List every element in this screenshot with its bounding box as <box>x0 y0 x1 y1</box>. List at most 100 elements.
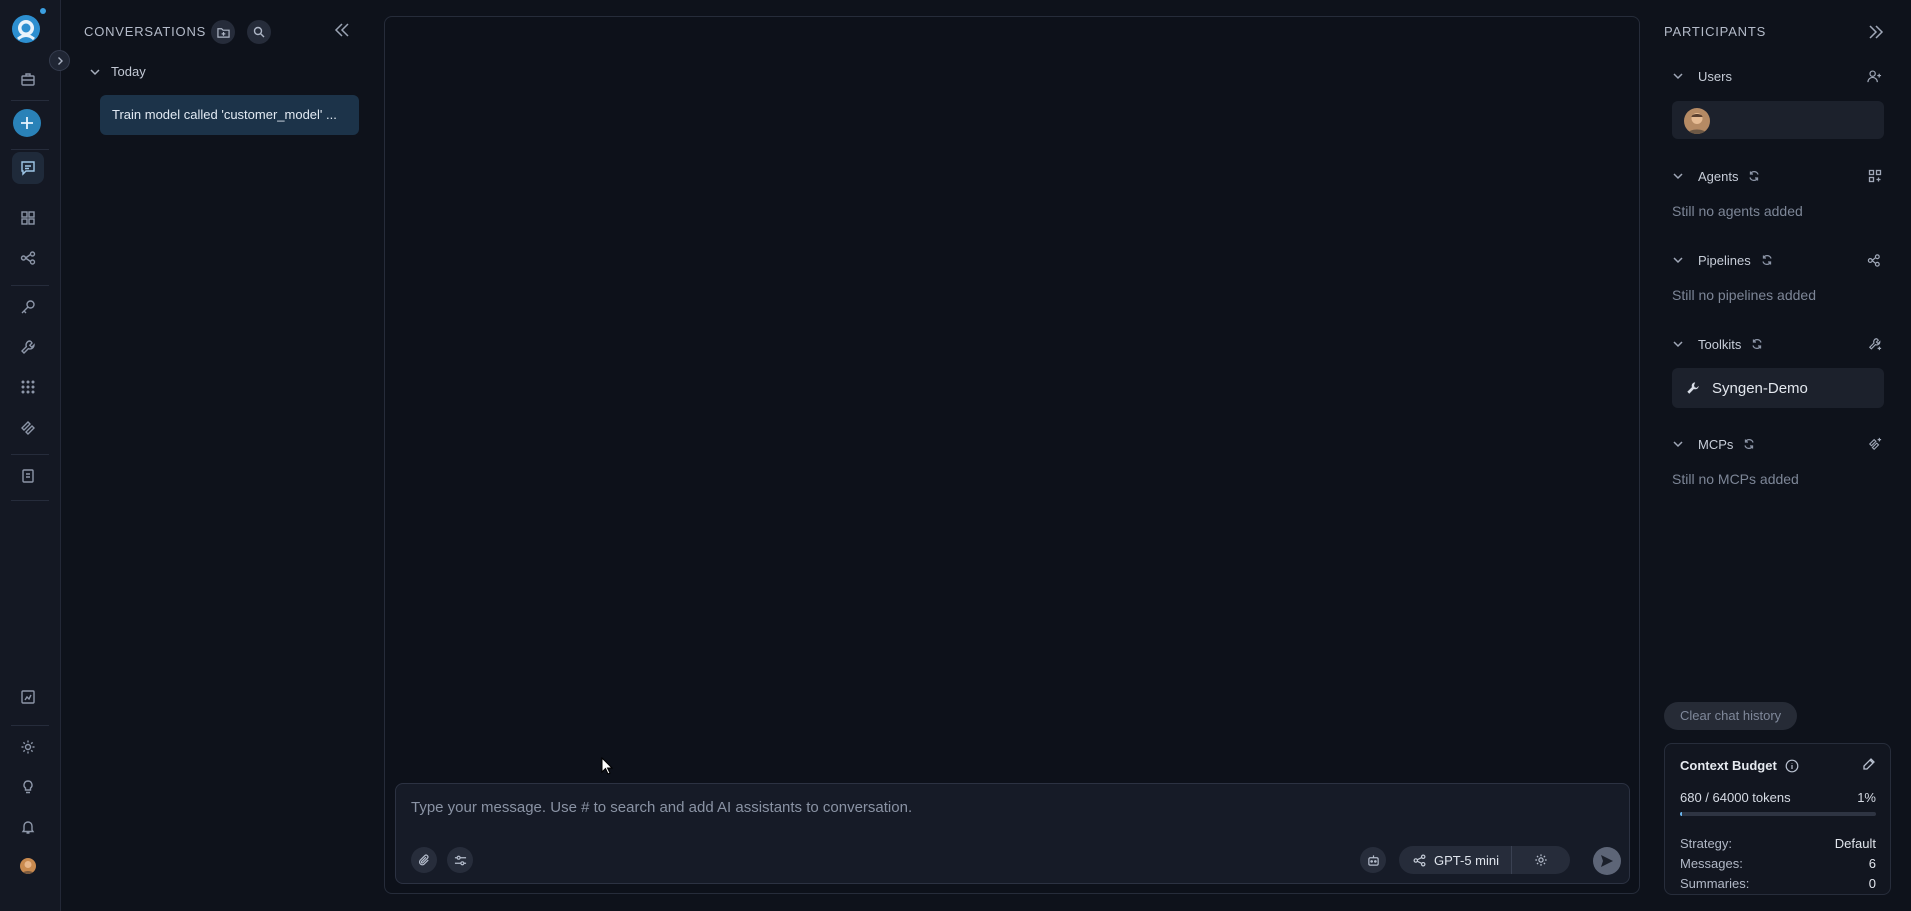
add-mcp-icon[interactable] <box>1868 437 1882 451</box>
toolkit-name: Syngen-Demo <box>1712 379 1808 397</box>
refresh-icon[interactable] <box>1751 338 1763 350</box>
budget-progress-fill <box>1680 812 1683 816</box>
pipelines-empty-text: Still no pipelines added <box>1672 287 1816 303</box>
user-avatar[interactable] <box>20 858 36 874</box>
section-label: Users <box>1698 68 1732 84</box>
avatar <box>1684 108 1710 134</box>
new-conversation-button[interactable] <box>13 109 41 137</box>
rail-divider <box>11 100 49 101</box>
briefcase-icon[interactable] <box>12 63 44 95</box>
section-toolkits[interactable]: Toolkits <box>1672 335 1882 353</box>
model-settings-icon[interactable] <box>1512 853 1570 867</box>
search-icon[interactable] <box>247 20 271 44</box>
app-logo[interactable] <box>11 14 41 44</box>
mcp-icon[interactable] <box>12 411 44 443</box>
budget-title-row: Context Budget <box>1680 758 1799 773</box>
rail-divider <box>11 285 49 286</box>
apps-icon[interactable] <box>12 371 44 403</box>
conversations-title: CONVERSATIONS <box>84 24 207 39</box>
clear-chat-history-button[interactable]: Clear chat history <box>1664 702 1798 730</box>
wrench-icon[interactable] <box>12 331 44 363</box>
model-selector[interactable]: GPT-5 mini <box>1399 846 1570 874</box>
settings-icon[interactable] <box>12 731 44 763</box>
rail-divider <box>11 454 49 455</box>
section-agents[interactable]: Agents <box>1672 167 1882 185</box>
group-label: Today <box>111 64 146 79</box>
new-folder-icon[interactable] <box>211 20 235 44</box>
conversations-panel: CONVERSATIONS Today Train model called '… <box>61 0 370 911</box>
strategy-row: Strategy: Default <box>1680 836 1876 851</box>
expand-sidebar-button[interactable] <box>49 50 70 71</box>
key-icon[interactable] <box>12 291 44 323</box>
collapse-panel-icon[interactable] <box>334 22 350 38</box>
rail-divider <box>11 725 49 726</box>
status-dot <box>40 8 46 14</box>
rail-divider <box>11 149 49 150</box>
summaries-value: 0 <box>1868 876 1876 891</box>
participants-title: PARTICIPANTS <box>1664 24 1767 39</box>
lightbulb-icon[interactable] <box>12 771 44 803</box>
chat-icon[interactable] <box>12 152 44 184</box>
add-toolkit-icon[interactable] <box>1868 337 1882 351</box>
refresh-icon[interactable] <box>1761 254 1773 266</box>
budget-title: Context Budget <box>1680 758 1777 773</box>
summaries-label: Summaries: <box>1680 876 1750 891</box>
section-mcps[interactable]: MCPs <box>1672 435 1882 453</box>
bell-icon[interactable] <box>12 811 44 843</box>
info-icon[interactable] <box>1785 759 1799 773</box>
refresh-icon[interactable] <box>1748 170 1760 182</box>
model-name: GPT-5 mini <box>1434 852 1500 868</box>
conversation-group-today[interactable]: Today <box>89 64 146 79</box>
context-budget-card: Context Budget 680 / 64000 tokens 1% Str… <box>1664 743 1891 895</box>
refresh-icon[interactable] <box>1743 438 1755 450</box>
agents-empty-text: Still no agents added <box>1672 203 1803 219</box>
mcps-empty-text: Still no MCPs added <box>1672 471 1799 487</box>
chevron-down-icon <box>1672 254 1684 266</box>
left-rail <box>0 0 61 911</box>
message-composer: GPT-5 mini <box>395 783 1630 884</box>
strategy-value: Default <box>1834 836 1876 851</box>
chat-area: GPT-5 mini <box>384 16 1640 894</box>
mouse-cursor <box>601 757 613 775</box>
section-users[interactable]: Users <box>1672 67 1882 85</box>
chevron-down-icon <box>1672 338 1684 350</box>
section-label: MCPs <box>1698 436 1734 452</box>
budget-tokens: 680 / 64000 tokens <box>1680 790 1791 805</box>
section-pipelines[interactable]: Pipelines <box>1672 251 1882 269</box>
send-button[interactable] <box>1593 847 1621 875</box>
conversation-item[interactable]: Train model called 'customer_model' ... <box>100 95 359 135</box>
chevron-down-icon <box>89 66 101 78</box>
add-agent-icon[interactable] <box>1868 169 1882 183</box>
participants-panel: PARTICIPANTS Users Agents Still no agent… <box>1654 0 1911 911</box>
toolkit-item[interactable]: Syngen-Demo <box>1672 368 1884 408</box>
pipeline-icon[interactable] <box>12 242 44 274</box>
chevron-down-icon <box>1672 438 1684 450</box>
user-card[interactable] <box>1672 101 1884 139</box>
sliders-icon[interactable] <box>447 847 473 873</box>
budget-percent: 1% <box>1857 790 1876 805</box>
rail-divider <box>11 500 49 501</box>
share-icon <box>1413 854 1426 867</box>
chevron-down-icon <box>1672 170 1684 182</box>
section-label: Pipelines <box>1698 252 1751 268</box>
budget-progress-bar <box>1680 812 1876 816</box>
artifacts-icon[interactable] <box>12 460 44 492</box>
summaries-row: Summaries: 0 <box>1680 876 1876 891</box>
robot-icon[interactable] <box>1360 847 1386 873</box>
chevron-down-icon <box>1672 70 1684 82</box>
wrench-icon <box>1686 381 1700 395</box>
edit-icon[interactable] <box>1862 757 1876 771</box>
section-label: Agents <box>1698 168 1739 184</box>
messages-label: Messages: <box>1680 856 1743 871</box>
grid-icon[interactable] <box>12 202 44 234</box>
message-input[interactable] <box>411 799 1511 816</box>
messages-value: 6 <box>1868 856 1876 871</box>
section-label: Toolkits <box>1698 336 1742 352</box>
reports-icon[interactable] <box>12 681 44 713</box>
add-pipeline-icon[interactable] <box>1867 253 1882 268</box>
collapse-right-panel-icon[interactable] <box>1868 24 1884 40</box>
messages-row: Messages: 6 <box>1680 856 1876 871</box>
attach-icon[interactable] <box>411 847 437 873</box>
strategy-label: Strategy: <box>1680 836 1733 851</box>
add-user-icon[interactable] <box>1867 69 1882 84</box>
